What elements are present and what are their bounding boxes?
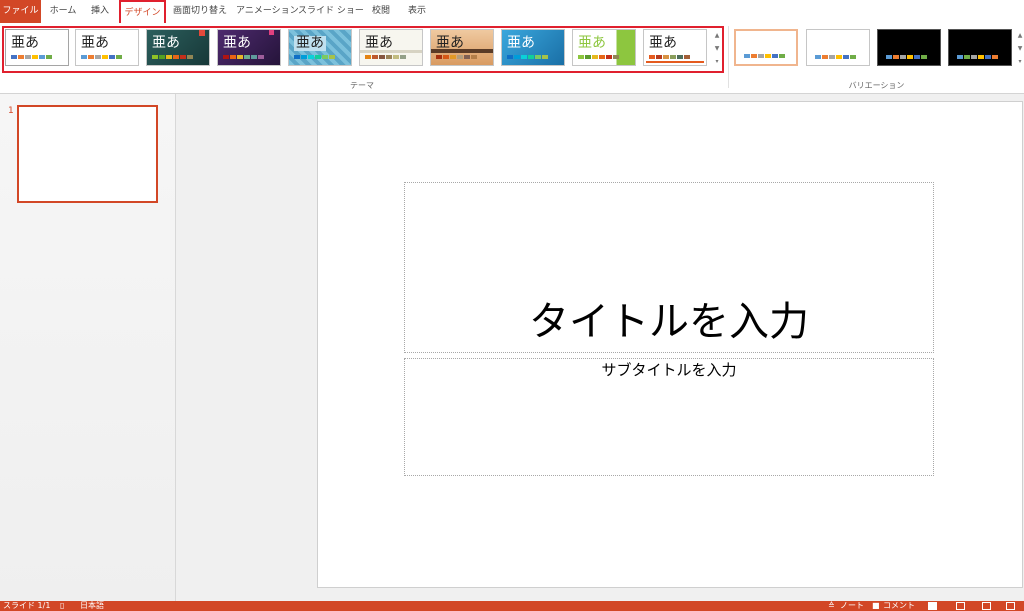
theme-organic[interactable]: 亜あ [643,29,707,66]
tab-review[interactable]: 校閲 [366,0,396,23]
theme-sample-text: 亜あ [578,35,606,51]
tab-insert[interactable]: 挿入 [85,0,115,23]
theme-pattern[interactable]: 亜あ [288,29,352,66]
color-swatches [744,54,785,58]
tab-slideshow[interactable]: スライド ショー [298,0,364,23]
accent-line [360,50,422,53]
slideshow-view-icon[interactable] [1006,602,1015,610]
tab-design[interactable]: デザイン [119,0,166,23]
color-swatches [152,55,193,59]
theme-sample-text: 亜あ [223,35,251,51]
gallery-scroll-down-icon[interactable]: ▼ [712,42,722,55]
accent-mark [199,30,205,36]
group-separator [728,26,729,88]
theme-integral[interactable]: 亜あ [572,29,636,66]
color-swatches [294,55,335,59]
color-swatches [886,55,927,59]
theme-office-2[interactable]: 亜あ [75,29,139,66]
variation-scroll-up-icon[interactable]: ▲ [1016,29,1024,42]
slide-thumbnail[interactable] [17,105,158,203]
slide-editor: タイトルを入力 サブタイトルを入力 [176,94,1024,601]
color-swatches [649,55,690,59]
subtitle-placeholder-text: サブタイトルを入力 [601,361,737,379]
color-swatches [436,55,477,59]
slide-canvas[interactable]: タイトルを入力 サブタイトルを入力 [317,101,1023,588]
variations-group-label: バリエーション [848,81,905,90]
title-placeholder-text: タイトルを入力 [529,299,809,345]
tab-home[interactable]: ホーム [46,0,80,23]
color-swatches [81,55,122,59]
theme-office[interactable]: 亜あ [5,29,69,66]
theme-sample-text: 亜あ [649,35,677,51]
theme-sample-text: 亜あ [365,35,393,51]
reading-view-icon[interactable] [982,602,991,610]
theme-gallery-scroll: ▲ ▼ ▾ [712,29,722,69]
accent-line [431,49,493,53]
theme-sample-text: 亜あ [81,35,109,51]
tab-view[interactable]: 表示 [402,0,432,23]
theme-ion[interactable]: 亜あ [217,29,281,66]
status-bar: スライド 1/1 ▯ 日本語 ≙ ノート ■ コメント [0,601,1024,611]
variation-gallery-scroll: ▲ ▼ ▾ [1016,29,1024,69]
color-swatches [365,55,406,59]
variation-4[interactable] [948,29,1012,66]
theme-sample-text: 亜あ [152,35,180,51]
notes-button[interactable]: ノート [840,601,864,611]
theme-sample-text: 亜あ [294,35,326,51]
accent-mark [269,30,274,35]
gallery-scroll-up-icon[interactable]: ▲ [712,29,722,42]
theme-sample-text: 亜あ [11,35,39,51]
slide-number: 1 [8,106,14,116]
theme-sample-text: 亜あ [507,35,535,51]
slide-sorter-view-icon[interactable] [956,602,965,610]
color-swatches [957,55,998,59]
variation-scroll-down-icon[interactable]: ▼ [1016,42,1024,55]
tab-animations[interactable]: アニメーション [236,0,299,23]
normal-view-icon[interactable] [928,602,937,610]
spellcheck-icon[interactable]: ▯ [60,601,64,611]
ribbon-tab-bar: ファイル ホーム 挿入 デザイン 画面切り替え アニメーション スライド ショー… [0,0,1024,24]
color-swatches [507,55,548,59]
variation-more-icon[interactable]: ▾ [1016,55,1024,68]
slide-thumbnail-pane: 1 [0,94,176,601]
color-swatches [578,55,619,59]
variation-3[interactable] [877,29,941,66]
title-placeholder[interactable]: タイトルを入力 [404,182,934,353]
theme-facet[interactable]: 亜あ [146,29,210,66]
accent-line [646,61,704,63]
language-status[interactable]: 日本語 [80,601,104,611]
slide-count-status: スライド 1/1 [3,601,51,610]
themes-group-label: テーマ [350,81,374,90]
tab-transitions[interactable]: 画面切り替え [170,0,230,23]
comments-icon: ■ [872,601,880,610]
subtitle-placeholder[interactable]: サブタイトルを入力 [404,358,934,476]
tab-file[interactable]: ファイル [0,0,41,23]
gallery-more-icon[interactable]: ▾ [712,55,722,68]
color-swatches [223,55,264,59]
color-swatches [815,55,856,59]
theme-wood[interactable]: 亜あ [430,29,494,66]
variation-2[interactable] [806,29,870,66]
variation-1[interactable] [734,29,798,66]
theme-retrospect[interactable]: 亜あ [359,29,423,66]
theme-wisp[interactable]: 亜あ [501,29,565,66]
notes-icon: ≙ [828,601,835,610]
color-swatches [11,55,52,59]
design-ribbon: 亜あ 亜あ 亜あ 亜あ 亜あ 亜あ 亜あ 亜あ 亜あ 亜あ ▲ ▼ ▾ テーマ … [0,23,1024,94]
comments-button[interactable]: コメント [883,601,915,611]
